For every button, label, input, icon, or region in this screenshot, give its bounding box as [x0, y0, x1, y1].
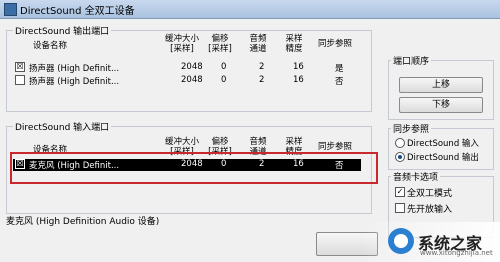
watermark-logo-icon [388, 228, 414, 254]
open-input-first-label[interactable]: 先开放输入 [407, 202, 452, 215]
port-order-group: 端口顺序 上移 下移 [388, 54, 494, 120]
output-row-1-name: 扬声器 (High Definit... [29, 64, 120, 74]
output-row-1[interactable]: ☒ 扬声器 (High Definit... 2048 0 2 16 是 [13, 62, 361, 74]
app-icon [4, 3, 17, 16]
highlight-annotation [10, 152, 378, 184]
col-header-name: 设备名称 [33, 41, 68, 51]
output-row-1-channels: 2 [259, 62, 265, 72]
output-row-2-offset: 0 [221, 75, 227, 85]
sync-ref-output-radio[interactable] [395, 152, 405, 162]
output-row-2-name: 扬声器 (High Definit... [29, 77, 120, 87]
col-header-channels: 音频 通道 [249, 34, 267, 54]
output-row-1-buffer: 2048 [181, 62, 203, 72]
sync-ref-group: 同步参照 DirectSound 输入 DirectSound 输出 [388, 122, 494, 170]
dialog-window: DirectSound 全双工设备 DirectSound 输出端口 设备名称 … [0, 0, 500, 262]
sync-ref-input-label[interactable]: DirectSound 输入 [407, 137, 479, 149]
sync-ref-output-label[interactable]: DirectSound 输出 [407, 151, 479, 163]
move-up-button[interactable]: 上移 [399, 77, 483, 93]
col-header-sync: 同步参照 [317, 39, 352, 49]
selected-device-description: 麦克风 (High Definition Audio 设备) [6, 217, 160, 227]
sync-ref-label: 同步参照 [391, 122, 432, 135]
output-row-2-bits: 16 [293, 75, 304, 85]
sync-ref-input-radio[interactable] [395, 138, 405, 148]
output-row-2-checkbox[interactable] [15, 75, 25, 85]
output-row-1-offset: 0 [221, 62, 227, 72]
move-down-button[interactable]: 下移 [399, 97, 483, 113]
output-row-2-channels: 2 [259, 75, 265, 85]
output-row-2-sync: 否 [335, 77, 344, 87]
col-header-buffer: 缓冲大小 [采样] [164, 34, 199, 54]
port-order-label: 端口顺序 [391, 54, 432, 67]
watermark: 系统之家 www.xitongzhijia.net [360, 222, 500, 262]
output-row-1-bits: 16 [293, 62, 304, 72]
output-row-2[interactable]: 扬声器 (High Definit... 2048 0 2 16 否 [13, 75, 361, 87]
output-port-group: DirectSound 输出端口 设备名称 缓冲大小 [采样] 偏移 [采样] … [6, 24, 372, 112]
col-header-offset: 偏移 [采样] [208, 34, 232, 54]
open-input-first-checkbox[interactable] [395, 203, 405, 213]
title-bar[interactable]: DirectSound 全双工设备 [0, 0, 500, 19]
input-port-group-label: DirectSound 输入端口 [13, 120, 112, 133]
col-header-bits: 采样 精度 [285, 34, 303, 54]
col-header-sync: 同步参照 [317, 142, 352, 152]
output-row-1-checkbox[interactable]: ☒ [15, 62, 25, 72]
watermark-url: www.xitongzhijia.net [420, 249, 493, 257]
output-port-group-label: DirectSound 输出端口 [13, 24, 112, 37]
audio-options-label: 音频卡选项 [391, 170, 441, 183]
full-duplex-checkbox[interactable]: ✓ [395, 187, 405, 197]
window-title: DirectSound 全双工设备 [20, 6, 135, 17]
output-row-2-buffer: 2048 [181, 75, 203, 85]
full-duplex-label[interactable]: 全双工模式 [407, 186, 452, 199]
output-row-1-sync: 是 [335, 64, 344, 74]
